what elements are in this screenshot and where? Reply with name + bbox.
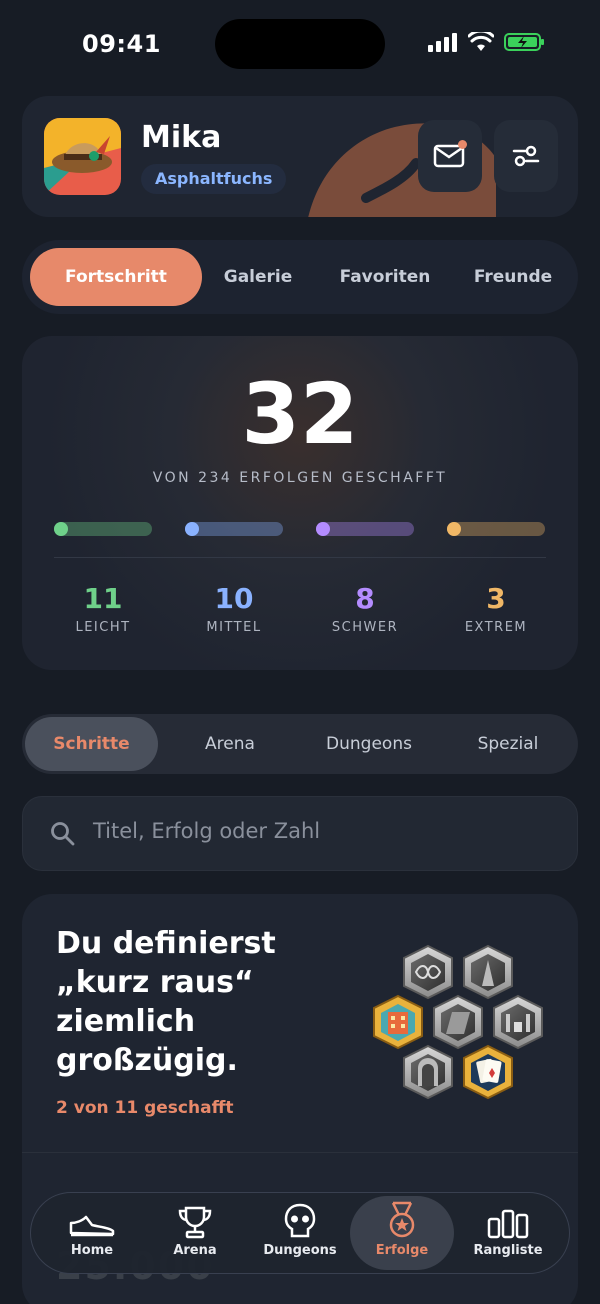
shoe-icon xyxy=(69,1215,115,1237)
battery-icon xyxy=(504,33,544,51)
inbox-button[interactable] xyxy=(418,120,482,192)
badge-cards-icon xyxy=(463,1044,513,1100)
label-leicht: LEICHT xyxy=(75,620,131,635)
category-arena[interactable]: Arena xyxy=(162,717,298,771)
category-schritte[interactable]: Schritte xyxy=(25,717,158,771)
notification-dot xyxy=(458,140,467,149)
badge-stairs-icon xyxy=(433,994,483,1050)
badge-hall-icon xyxy=(493,994,543,1050)
achievement-badges xyxy=(373,944,543,1100)
search-icon xyxy=(51,822,75,846)
progress-dot xyxy=(447,522,461,536)
signal-icon xyxy=(428,33,457,52)
nav-dungeons[interactable]: Dungeons xyxy=(248,1196,352,1270)
achievement-group-progress: 2 von 11 geschafft xyxy=(56,1098,234,1118)
progress-dot xyxy=(185,522,199,536)
label-schwer: SCHWER xyxy=(331,620,399,635)
tab-fortschritt[interactable]: Fortschritt xyxy=(30,248,202,306)
tab-freunde[interactable]: Freunde xyxy=(454,248,572,306)
card-separator xyxy=(22,1152,578,1153)
progress-bar-schwer xyxy=(316,522,414,536)
wifi-icon xyxy=(468,32,494,51)
medal-icon xyxy=(389,1201,415,1238)
progress-bar-mittel xyxy=(185,522,283,536)
sliders-icon xyxy=(512,145,540,167)
nav-label-arena: Arena xyxy=(173,1243,217,1258)
badge-archway-icon xyxy=(403,1044,453,1100)
nav-label-rangliste: Rangliste xyxy=(473,1243,543,1258)
search-placeholder: Titel, Erfolg oder Zahl xyxy=(93,819,321,843)
count-schwer: 8 xyxy=(355,582,375,615)
nav-erfolge[interactable]: Erfolge xyxy=(350,1196,454,1270)
nav-rangliste[interactable]: Rangliste xyxy=(456,1196,560,1270)
status-icons xyxy=(428,32,546,52)
nav-label-erfolge: Erfolge xyxy=(375,1243,429,1258)
avatar[interactable] xyxy=(44,118,121,195)
count-mittel: 10 xyxy=(214,582,254,615)
count-leicht: 11 xyxy=(83,582,123,615)
nav-label-home: Home xyxy=(70,1243,114,1258)
skull-icon xyxy=(284,1203,316,1238)
category-dungeons[interactable]: Dungeons xyxy=(300,717,438,771)
trophy-icon xyxy=(178,1206,212,1239)
progress-bar-extrem xyxy=(447,522,545,536)
progress-dot xyxy=(54,522,68,536)
settings-button[interactable] xyxy=(494,120,558,192)
nav-label-dungeons: Dungeons xyxy=(263,1243,337,1258)
nav-arena[interactable]: Arena xyxy=(143,1196,247,1270)
status-time: 09:41 xyxy=(82,30,161,58)
title-badge[interactable]: Asphaltfuchs xyxy=(141,164,287,194)
badge-tower-icon xyxy=(463,944,513,1000)
label-extrem: EXTREM xyxy=(464,620,528,635)
top-tabs: Fortschritt Galerie Favoriten Freunde xyxy=(22,240,578,314)
badge-building-icon xyxy=(373,994,423,1050)
achievements-total: 32 xyxy=(241,365,359,463)
category-tabs: Schritte Arena Dungeons Spezial xyxy=(22,714,578,774)
tab-galerie[interactable]: Galerie xyxy=(202,248,314,306)
achievement-group-title: Du definierst „kurz raus“ ziemlich großz… xyxy=(56,926,276,1078)
count-extrem: 3 xyxy=(486,582,506,615)
bars-icon xyxy=(487,1209,529,1239)
label-mittel: MITTEL xyxy=(206,620,262,635)
badge-infinity-icon xyxy=(403,944,453,1000)
username: Mika xyxy=(141,120,222,155)
tab-favoriten[interactable]: Favoriten xyxy=(322,248,448,306)
dynamic-island xyxy=(215,19,385,69)
stats-divider xyxy=(54,557,546,558)
nav-home[interactable]: Home xyxy=(40,1196,144,1270)
progress-dot xyxy=(316,522,330,536)
achievements-caption: VON 234 ERFOLGEN GESCHAFFT xyxy=(152,470,448,486)
category-spezial[interactable]: Spezial xyxy=(440,717,576,771)
progress-bar-leicht xyxy=(54,522,152,536)
